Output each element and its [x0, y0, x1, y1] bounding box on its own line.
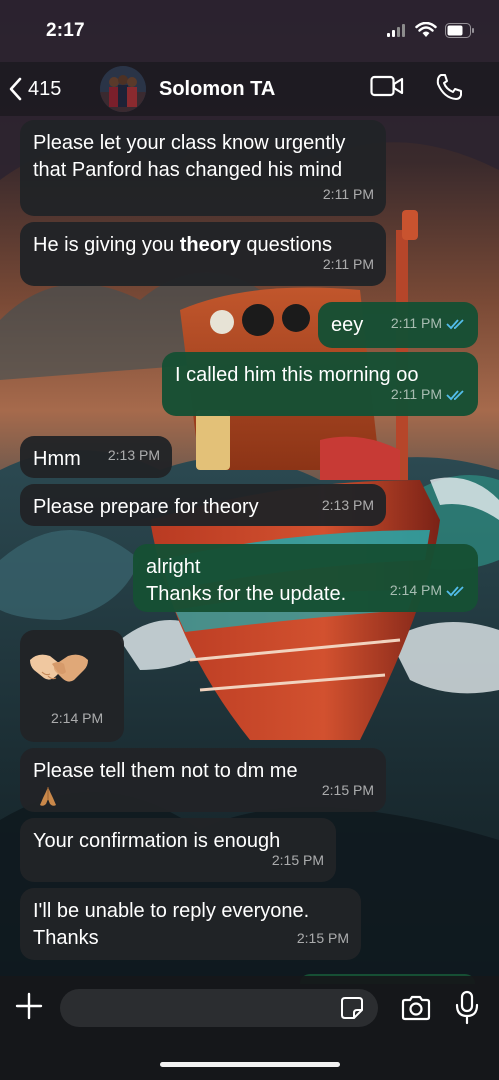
sticker-icon: [341, 997, 363, 1019]
video-call-button[interactable]: [370, 74, 404, 103]
wifi-icon: [415, 22, 437, 37]
contact-avatar[interactable]: [100, 66, 146, 112]
chat-header: 415 Solomon TA: [0, 62, 499, 116]
bold-text: theory: [179, 234, 241, 256]
message-time: 2:14 PM: [51, 710, 104, 726]
message-bubble-incoming[interactable]: He is giving you theory questions 2:11 P…: [20, 222, 386, 286]
message-time: 2:11 PM: [322, 256, 374, 272]
read-receipt-icon: [446, 585, 464, 596]
message-bubble-incoming[interactable]: Please let your class know urgently that…: [20, 120, 386, 216]
message-bubble-incoming[interactable]: Please tell them not to dm me 2:15 PM: [20, 748, 386, 812]
contact-name[interactable]: Solomon TA: [159, 78, 275, 101]
phone-call-button[interactable]: [434, 72, 464, 107]
home-indicator[interactable]: [160, 1062, 340, 1067]
message-bubble-incoming[interactable]: Your confirmation is enough 2:15 PM: [20, 818, 336, 882]
attach-button[interactable]: [14, 991, 44, 1026]
message-time: 2:13 PM: [107, 447, 160, 463]
message-time: 2:15 PM: [271, 852, 324, 868]
message-bubble-incoming[interactable]: 2:14 PM: [20, 630, 124, 742]
message-input[interactable]: [60, 989, 378, 1027]
message-bubble-incoming[interactable]: I'll be unable to reply everyone. Thanks…: [20, 888, 361, 960]
message-list[interactable]: Please let your class know urgently that…: [0, 0, 499, 1080]
status-bar: 2:17: [0, 0, 499, 62]
plus-icon: [15, 992, 43, 1020]
message-time: 2:15 PM: [296, 930, 349, 946]
unread-count: 415: [28, 77, 62, 100]
read-receipt-icon: [446, 318, 464, 329]
chevron-left-icon: [9, 77, 22, 101]
status-icons: [387, 22, 475, 38]
message-time: 2:11 PM: [390, 315, 442, 331]
message-text: Please let your class know urgently that…: [33, 132, 346, 181]
message-bubble-outgoing[interactable]: alright Thanks for the update. 2:14 PM: [133, 544, 478, 612]
back-button[interactable]: 415: [8, 72, 61, 106]
message-time: 2:13 PM: [321, 497, 374, 513]
phone-call-icon: [436, 74, 462, 100]
message-time: 2:14 PM: [389, 582, 442, 598]
handshake-emoji: [30, 654, 88, 682]
video-call-icon: [370, 75, 404, 97]
camera-icon: [401, 995, 431, 1021]
message-time: 2:15 PM: [321, 782, 374, 798]
message-bubble-incoming[interactable]: Please prepare for theory 2:13 PM: [20, 484, 386, 526]
battery-icon: [445, 22, 474, 38]
message-time: 2:11 PM: [390, 386, 442, 402]
camera-button[interactable]: [400, 994, 432, 1027]
cellular-signal-icon: [387, 24, 405, 37]
folded-hands-emoji: [40, 787, 56, 806]
status-time: 2:17: [46, 20, 85, 41]
message-composer: [0, 976, 499, 1080]
message-bubble-incoming[interactable]: Hmm 2:13 PM: [20, 436, 172, 478]
sticker-button[interactable]: [340, 996, 364, 1025]
read-receipt-icon: [446, 389, 464, 400]
message-time: 2:11 PM: [322, 186, 374, 202]
microphone-button[interactable]: [455, 990, 479, 1031]
message-bubble-outgoing[interactable]: I called him this morning oo 2:11 PM: [162, 352, 478, 416]
microphone-icon: [455, 990, 479, 1025]
message-bubble-outgoing[interactable]: eey 2:11 PM: [318, 302, 478, 348]
